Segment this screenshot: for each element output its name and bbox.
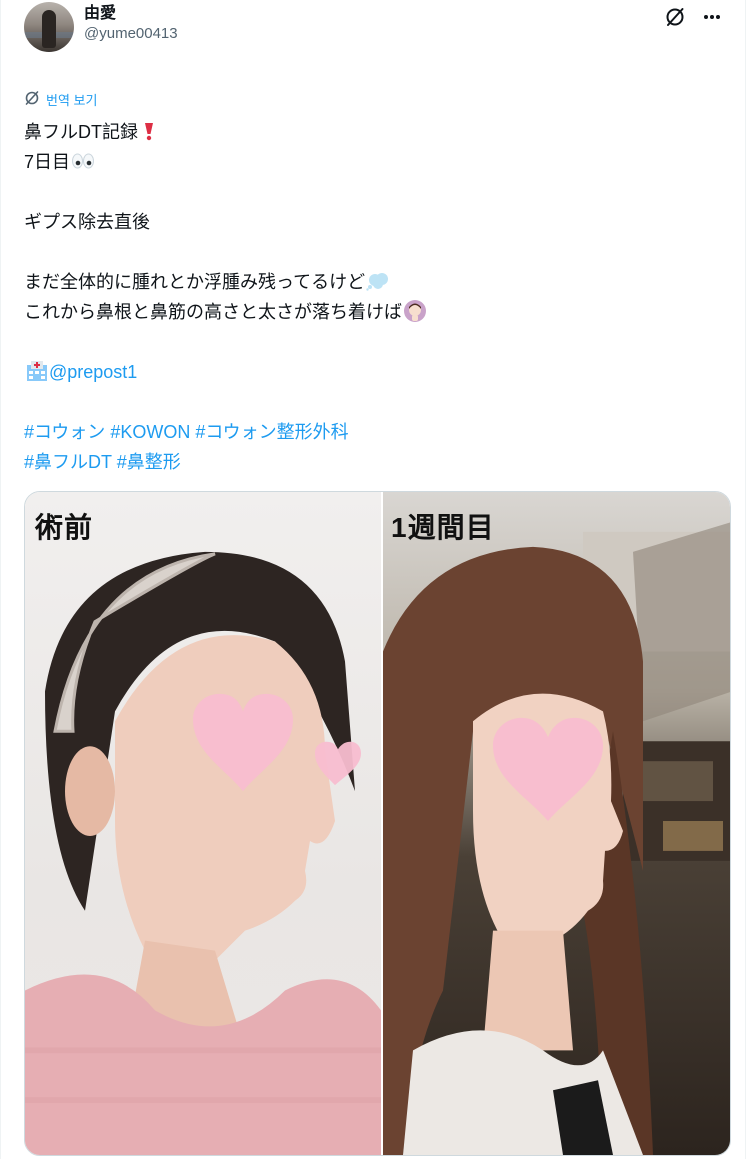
- before-label: 術前: [35, 512, 94, 543]
- before-face-illustration: [25, 551, 381, 1155]
- display-name[interactable]: 由愛: [84, 4, 178, 24]
- avatar[interactable]: [24, 2, 74, 52]
- hashtag-line: #鼻フルDT #鼻整形: [24, 447, 714, 477]
- tweet-line: これから鼻根と鼻筋の高さと太さが落ち着けば: [24, 297, 714, 327]
- red-exclamation-emoji: [145, 123, 153, 141]
- tweet-line: 鼻フルDT記録: [24, 117, 714, 147]
- hashtag-line: #コウォン #KOWON #コウォン整形外科: [24, 417, 714, 447]
- tweet-line: まだ全体的に腫れとか浮腫み残ってるけど: [24, 267, 714, 297]
- translate-label[interactable]: 번역 보기: [46, 92, 97, 110]
- hashtag-link[interactable]: #鼻フルDT: [24, 452, 112, 472]
- mention-link[interactable]: @prepost1: [49, 362, 137, 382]
- user-info[interactable]: 由愛 @yume00413: [84, 4, 178, 44]
- translate-link[interactable]: 번역 보기: [24, 90, 97, 111]
- hashtag-link[interactable]: #鼻整形: [117, 452, 181, 472]
- tweet-header: 由愛 @yume00413: [24, 2, 730, 56]
- user-handle[interactable]: @yume00413: [84, 24, 178, 44]
- thought-bubble-emoji: [366, 273, 389, 291]
- tweet-line: ギプス除去直後: [24, 207, 714, 237]
- tweet-line-text: まだ全体的に腫れとか浮腫み残ってるけど: [24, 272, 366, 292]
- tweet-line: @prepost1: [24, 357, 714, 387]
- after-face-illustration: [383, 522, 730, 1155]
- hashtag-link[interactable]: #コウォン整形外科: [195, 422, 348, 442]
- before-photo: 術前: [25, 492, 381, 1155]
- tweet-line-text: ギプス除去直後: [24, 212, 150, 232]
- avatar-figure: [42, 10, 56, 48]
- after-photo: 1週間目: [383, 492, 730, 1155]
- tweet-line-text: これから鼻根と鼻筋の高さと太さが落ち着けば: [24, 302, 402, 322]
- tweet-line-text: 鼻フルDT記録: [24, 122, 138, 142]
- grok-icon[interactable]: [664, 6, 686, 28]
- praying-woman-emoji: [404, 300, 426, 322]
- after-label: 1週間目: [391, 512, 495, 543]
- hashtag-link[interactable]: #KOWON: [110, 422, 190, 442]
- tweet-text: 鼻フルDT記録 7日目 ギプス除去直後 まだ全体的に腫れとか浮腫み残ってるけど …: [24, 117, 714, 477]
- tweet-line-text: 7日目: [24, 152, 71, 172]
- translate-icon: [24, 90, 40, 111]
- eyes-emoji: [72, 153, 95, 169]
- hashtag-link[interactable]: #コウォン: [24, 422, 105, 442]
- hospital-emoji: [27, 361, 47, 381]
- media-image[interactable]: 術前 1週間目: [24, 491, 731, 1156]
- more-dots-icon[interactable]: [700, 6, 724, 28]
- tweet-line: 7日目: [24, 147, 714, 177]
